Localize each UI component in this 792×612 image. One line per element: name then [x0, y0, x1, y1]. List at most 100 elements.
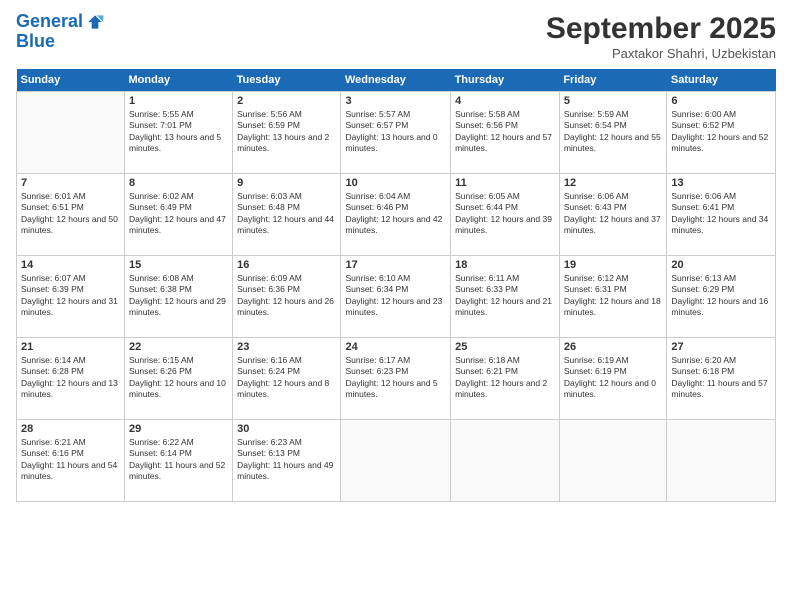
month-title: September 2025: [546, 12, 776, 46]
day-info: Sunrise: 6:22 AMSunset: 6:14 PMDaylight:…: [129, 437, 228, 483]
day-cell: 12 Sunrise: 6:06 AMSunset: 6:43 PMDayligh…: [559, 174, 667, 256]
title-area: September 2025 Paxtakor Shahri, Uzbekist…: [546, 12, 776, 61]
day-cell: 9 Sunrise: 6:03 AMSunset: 6:48 PMDaylight…: [233, 174, 341, 256]
day-number: 21: [21, 341, 120, 353]
day-number: 3: [345, 95, 446, 107]
day-cell: 28Sunrise: 6:21 AMSunset: 6:16 PMDayligh…: [17, 420, 125, 502]
day-number: 12: [564, 177, 663, 189]
day-info: Sunrise: 6:14 AMSunset: 6:28 PMDaylight:…: [21, 355, 120, 401]
day-cell: 27Sunrise: 6:20 AMSunset: 6:18 PMDayligh…: [667, 338, 776, 420]
day-cell: 13 Sunrise: 6:06 AMSunset: 6:41 PMDayligh…: [667, 174, 776, 256]
day-cell: 14 Sunrise: 6:07 AMSunset: 6:39 PMDayligh…: [17, 256, 125, 338]
day-cell: 6 Sunrise: 6:00 AMSunset: 6:52 PMDaylight…: [667, 92, 776, 174]
day-number: 2: [237, 95, 336, 107]
day-number: 29: [129, 423, 228, 435]
day-cell: 26Sunrise: 6:19 AMSunset: 6:19 PMDayligh…: [559, 338, 667, 420]
day-number: 18: [455, 259, 555, 271]
day-number: 14: [21, 259, 120, 271]
day-info: Sunrise: 5:56 AMSunset: 6:59 PMDaylight:…: [237, 109, 336, 155]
day-cell: 15 Sunrise: 6:08 AMSunset: 6:38 PMDayligh…: [125, 256, 233, 338]
day-cell: 2 Sunrise: 5:56 AMSunset: 6:59 PMDaylight…: [233, 92, 341, 174]
day-cell: 3 Sunrise: 5:57 AMSunset: 6:57 PMDaylight…: [341, 92, 451, 174]
day-cell: 4Sunrise: 5:58 AMSunset: 6:56 PMDaylight…: [451, 92, 560, 174]
col-header-wednesday: Wednesday: [341, 69, 451, 92]
day-info: Sunrise: 6:04 AMSunset: 6:46 PMDaylight:…: [345, 191, 446, 237]
day-info: Sunrise: 6:23 AMSunset: 6:13 PMDaylight:…: [237, 437, 336, 483]
day-info: Sunrise: 6:13 AMSunset: 6:29 PMDaylight:…: [671, 273, 771, 319]
day-number: 9: [237, 177, 336, 189]
day-info: Sunrise: 6:18 AMSunset: 6:21 PMDaylight:…: [455, 355, 555, 401]
day-cell: 25Sunrise: 6:18 AMSunset: 6:21 PMDayligh…: [451, 338, 560, 420]
week-row-4: 21 Sunrise: 6:14 AMSunset: 6:28 PMDayligh…: [17, 338, 776, 420]
col-header-saturday: Saturday: [667, 69, 776, 92]
day-number: 13: [671, 177, 771, 189]
day-info: Sunrise: 6:00 AMSunset: 6:52 PMDaylight:…: [671, 109, 771, 155]
day-cell: 7 Sunrise: 6:01 AMSunset: 6:51 PMDaylight…: [17, 174, 125, 256]
day-cell: [667, 420, 776, 502]
day-number: 24: [345, 341, 446, 353]
day-number: 19: [564, 259, 663, 271]
day-info: Sunrise: 6:06 AMSunset: 6:41 PMDaylight:…: [671, 191, 771, 237]
day-info: Sunrise: 6:03 AMSunset: 6:48 PMDaylight:…: [237, 191, 336, 237]
day-number: 8: [129, 177, 228, 189]
day-cell: 16 Sunrise: 6:09 AMSunset: 6:36 PMDayligh…: [233, 256, 341, 338]
day-cell: 20Sunrise: 6:13 AMSunset: 6:29 PMDayligh…: [667, 256, 776, 338]
logo-icon: [85, 12, 105, 32]
calendar-table: SundayMondayTuesdayWednesdayThursdayFrid…: [16, 69, 776, 502]
day-info: Sunrise: 6:01 AMSunset: 6:51 PMDaylight:…: [21, 191, 120, 237]
day-number: 27: [671, 341, 771, 353]
week-row-3: 14 Sunrise: 6:07 AMSunset: 6:39 PMDayligh…: [17, 256, 776, 338]
day-cell: [341, 420, 451, 502]
day-cell: 22Sunrise: 6:15 AMSunset: 6:26 PMDayligh…: [125, 338, 233, 420]
location-subtitle: Paxtakor Shahri, Uzbekistan: [546, 46, 776, 61]
header-row: SundayMondayTuesdayWednesdayThursdayFrid…: [17, 69, 776, 92]
col-header-monday: Monday: [125, 69, 233, 92]
day-info: Sunrise: 6:07 AMSunset: 6:39 PMDaylight:…: [21, 273, 120, 319]
day-cell: 18 Sunrise: 6:11 AMSunset: 6:33 PMDayligh…: [451, 256, 560, 338]
logo: General Blue: [16, 12, 105, 52]
day-number: 6: [671, 95, 771, 107]
day-cell: [559, 420, 667, 502]
day-info: Sunrise: 6:08 AMSunset: 6:38 PMDaylight:…: [129, 273, 228, 319]
week-row-5: 28Sunrise: 6:21 AMSunset: 6:16 PMDayligh…: [17, 420, 776, 502]
day-cell: 5Sunrise: 5:59 AMSunset: 6:54 PMDaylight…: [559, 92, 667, 174]
day-number: 10: [345, 177, 446, 189]
day-number: 17: [345, 259, 446, 271]
day-cell: 8 Sunrise: 6:02 AMSunset: 6:49 PMDaylight…: [125, 174, 233, 256]
logo-text2: Blue: [16, 32, 105, 52]
day-number: 30: [237, 423, 336, 435]
logo-text: General: [16, 12, 83, 32]
day-info: Sunrise: 5:57 AMSunset: 6:57 PMDaylight:…: [345, 109, 446, 155]
day-number: 7: [21, 177, 120, 189]
day-info: Sunrise: 6:17 AMSunset: 6:23 PMDaylight:…: [345, 355, 446, 401]
day-info: Sunrise: 6:06 AMSunset: 6:43 PMDaylight:…: [564, 191, 663, 237]
day-cell: 10 Sunrise: 6:04 AMSunset: 6:46 PMDayligh…: [341, 174, 451, 256]
day-info: Sunrise: 6:11 AMSunset: 6:33 PMDaylight:…: [455, 273, 555, 319]
day-cell: 1 Sunrise: 5:55 AMSunset: 7:01 PMDaylight…: [125, 92, 233, 174]
day-cell: 19Sunrise: 6:12 AMSunset: 6:31 PMDayligh…: [559, 256, 667, 338]
day-cell: 11Sunrise: 6:05 AMSunset: 6:44 PMDayligh…: [451, 174, 560, 256]
day-cell: 17 Sunrise: 6:10 AMSunset: 6:34 PMDayligh…: [341, 256, 451, 338]
day-number: 15: [129, 259, 228, 271]
day-number: 28: [21, 423, 120, 435]
day-info: Sunrise: 6:02 AMSunset: 6:49 PMDaylight:…: [129, 191, 228, 237]
page: General Blue September 2025 Paxtakor Sha…: [0, 0, 792, 612]
day-cell: 24 Sunrise: 6:17 AMSunset: 6:23 PMDayligh…: [341, 338, 451, 420]
day-cell: [17, 92, 125, 174]
day-info: Sunrise: 6:15 AMSunset: 6:26 PMDaylight:…: [129, 355, 228, 401]
day-info: Sunrise: 6:10 AMSunset: 6:34 PMDaylight:…: [345, 273, 446, 319]
day-number: 26: [564, 341, 663, 353]
header: General Blue September 2025 Paxtakor Sha…: [16, 12, 776, 61]
day-number: 1: [129, 95, 228, 107]
day-info: Sunrise: 5:55 AMSunset: 7:01 PMDaylight:…: [129, 109, 228, 155]
day-info: Sunrise: 6:05 AMSunset: 6:44 PMDaylight:…: [455, 191, 555, 237]
day-info: Sunrise: 6:09 AMSunset: 6:36 PMDaylight:…: [237, 273, 336, 319]
week-row-2: 7 Sunrise: 6:01 AMSunset: 6:51 PMDaylight…: [17, 174, 776, 256]
week-row-1: 1 Sunrise: 5:55 AMSunset: 7:01 PMDaylight…: [17, 92, 776, 174]
day-number: 4: [455, 95, 555, 107]
day-info: Sunrise: 5:59 AMSunset: 6:54 PMDaylight:…: [564, 109, 663, 155]
day-cell: [451, 420, 560, 502]
day-number: 16: [237, 259, 336, 271]
day-cell: 21 Sunrise: 6:14 AMSunset: 6:28 PMDayligh…: [17, 338, 125, 420]
day-number: 23: [237, 341, 336, 353]
